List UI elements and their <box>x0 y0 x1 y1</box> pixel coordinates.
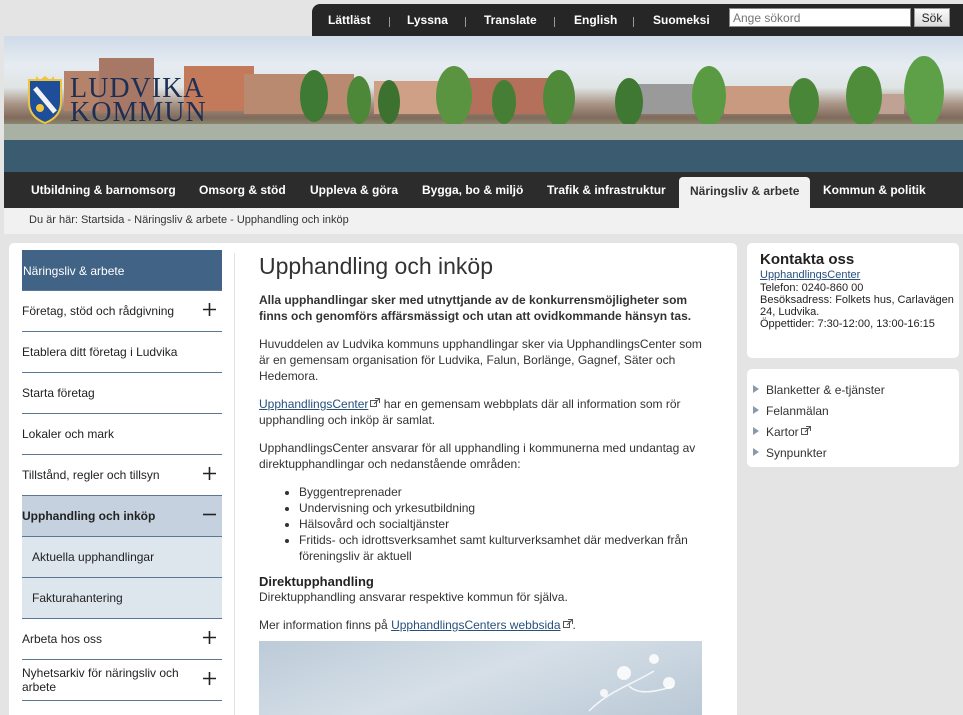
finnish-link[interactable]: Suomeksi <box>653 13 710 27</box>
arrow-right-icon <box>753 406 759 414</box>
article-paragraph: UpphandlingsCenter har en gemensam webbp… <box>259 396 709 428</box>
plus-icon[interactable] <box>203 467 216 480</box>
top-utility-bar: Lättläst Lyssna Translate English Suomek… <box>0 0 963 36</box>
content-panel: Näringsliv & arbete Företag, stöd och rå… <box>9 243 737 715</box>
arrow-right-icon <box>753 385 759 393</box>
coat-of-arms-icon <box>28 76 62 124</box>
ludvika-logo[interactable]: LUDVIKA KOMMUN <box>26 75 206 128</box>
header-banner: LUDVIKA KOMMUN <box>4 36 963 172</box>
sidenav-item-label: Lokaler och mark <box>22 427 115 441</box>
sidenav-item-upphandling[interactable]: Upphandling och inköp <box>22 496 222 537</box>
sidenav-item-label: Arbeta hos oss <box>22 632 103 646</box>
search-input[interactable] <box>729 8 911 27</box>
article-text: Mer information finns på <box>259 618 392 632</box>
english-link[interactable]: English <box>574 13 617 27</box>
sidenav-item-label: Starta företag <box>22 386 95 400</box>
plus-icon[interactable] <box>203 303 216 316</box>
article-paragraph: Huvuddelen av Ludvika kommuns upphandlin… <box>259 337 702 383</box>
sidenav-item-etablera[interactable]: Etablera ditt företag i Ludvika <box>22 332 222 373</box>
article: Upphandling och inköp Alla upphandlingar… <box>259 253 709 645</box>
section-heading: Direktupphandling <box>259 574 374 589</box>
external-link-icon <box>562 619 573 628</box>
article-text: . <box>572 618 576 632</box>
search-button[interactable]: Sök <box>914 8 950 27</box>
sidenav-item-label: Nyhetsarkiv för näringsliv och arbete <box>22 666 179 694</box>
contact-title: Kontakta oss <box>760 251 855 268</box>
separator <box>633 17 634 27</box>
sidenav-item-label: Fakturahantering <box>32 591 123 605</box>
contact-upphandlingscenter-link[interactable]: UpphandlingsCenter <box>760 269 860 281</box>
sidenav-item-label: Aktuella upphandlingar <box>32 550 155 564</box>
contact-box: Kontakta oss UpphandlingsCenter Telefon:… <box>747 243 959 358</box>
separator <box>554 17 555 27</box>
list-item: Hälsovård och socialtjänster <box>299 516 709 532</box>
sidenav-item-nyhetsarkiv[interactable]: Nyhetsarkiv för näringsliv och arbete <box>22 660 222 701</box>
contact-phone: Telefon: 0240-860 00 <box>760 282 864 294</box>
quicklink-felanmalan[interactable]: Felanmälan <box>753 404 829 418</box>
contact-details: Telefon: 0240-860 00 Besöksadress: Folke… <box>760 282 958 330</box>
plus-icon[interactable] <box>203 631 216 644</box>
nav-item-naringsliv[interactable]: Näringsliv & arbete <box>679 177 811 208</box>
logo-text-kommun: KOMMUN <box>70 97 207 128</box>
quicklink-label: Kartor <box>766 425 799 439</box>
minus-icon[interactable] <box>203 508 216 521</box>
sidenav-item-arbeta[interactable]: Arbeta hos oss <box>22 619 222 660</box>
nav-item-bygga[interactable]: Bygga, bo & miljö <box>422 172 523 208</box>
sidenav-item-tillstand[interactable]: Tillstånd, regler och tillsyn <box>22 455 222 496</box>
nav-item-kommun[interactable]: Kommun & politik <box>823 172 926 208</box>
quicklink-label: Blanketter & e-tjänster <box>766 383 885 397</box>
external-link-icon <box>800 426 811 435</box>
listen-link[interactable]: Lyssna <box>407 13 448 27</box>
list-item: Undervisning och yrkesutbildning <box>299 500 709 516</box>
divider <box>234 253 235 715</box>
breadcrumb-text[interactable]: Du är här: Startsida - Näringsliv & arbe… <box>29 214 349 226</box>
main-navigation: Utbildning & barnomsorg Omsorg & stöd Up… <box>4 172 963 208</box>
sidenav-item-lokaler[interactable]: Lokaler och mark <box>22 414 222 455</box>
side-navigation: Näringsliv & arbete Företag, stöd och rå… <box>22 250 222 701</box>
nav-item-uppleva[interactable]: Uppleva & göra <box>310 172 398 208</box>
arrow-right-icon <box>753 427 759 435</box>
upphandlingscenter-website-link[interactable]: UpphandlingsCenters webbsida <box>391 618 560 632</box>
page-title: Upphandling och inköp <box>259 253 494 279</box>
arrow-right-icon <box>753 448 759 456</box>
translate-link[interactable]: Translate <box>484 13 537 27</box>
quicklink-blanketter[interactable]: Blanketter & e-tjänster <box>753 383 885 397</box>
sidenav-item-label: Företag, stöd och rådgivning <box>22 304 175 318</box>
sidenav-item-label: Näringsliv & arbete <box>23 264 125 278</box>
breadcrumb: Du är här: Startsida - Näringsliv & arbe… <box>4 208 963 234</box>
sidenav-item-label: Etablera ditt företag i Ludvika <box>22 345 178 359</box>
contact-address: Besöksadress: Folkets hus, Carlavägen 24… <box>760 294 954 318</box>
list-item: Byggentreprenader <box>299 484 709 500</box>
flower-decoration <box>588 654 675 712</box>
contact-hours: Öppettider: 7:30-12:00, 13:00-16:15 <box>760 318 935 330</box>
sidenav-item-aktuella[interactable]: Aktuella upphandlingar <box>22 537 222 578</box>
quicklink-synpunkter[interactable]: Synpunkter <box>753 446 827 460</box>
article-paragraph: Direktupphandling ansvarar respektive ko… <box>259 590 568 604</box>
sidenav-item-foretag-stod[interactable]: Företag, stöd och rådgivning <box>22 291 222 332</box>
separator <box>389 17 390 27</box>
article-paragraph: UpphandlingsCenter ansvarar för all upph… <box>259 441 696 471</box>
sidenav-item-fakturahantering[interactable]: Fakturahantering <box>22 578 222 619</box>
quicklink-kartor[interactable]: Kartor <box>753 425 811 439</box>
nav-item-omsorg[interactable]: Omsorg & stöd <box>199 172 286 208</box>
upphandlingscenter-link[interactable]: UpphandlingsCenter <box>259 397 368 411</box>
quicklink-label: Felanmälan <box>766 404 829 418</box>
article-image <box>259 641 702 715</box>
external-link-icon <box>370 398 381 407</box>
sidenav-item-naringsliv[interactable]: Näringsliv & arbete <box>22 250 222 291</box>
sidenav-item-label: Tillstånd, regler och tillsyn <box>22 468 160 482</box>
easy-read-link[interactable]: Lättläst <box>328 13 371 27</box>
list-item: Fritids- och idrottsverksamhet samt kult… <box>299 532 709 564</box>
quick-links-box: Blanketter & e-tjänster Felanmälan Karto… <box>747 369 959 467</box>
sidenav-item-label: Upphandling och inköp <box>22 509 156 523</box>
exception-list: Byggentreprenader Undervisning och yrkes… <box>299 484 709 564</box>
sidenav-item-starta[interactable]: Starta företag <box>22 373 222 414</box>
article-lead: Alla upphandlingar sker med utnyttjande … <box>259 293 692 323</box>
separator <box>465 17 466 27</box>
nav-item-utbildning[interactable]: Utbildning & barnomsorg <box>31 172 176 208</box>
quicklink-label: Synpunkter <box>766 446 827 460</box>
plus-icon[interactable] <box>203 672 216 685</box>
article-paragraph: Mer information finns på UpphandlingsCen… <box>259 617 709 633</box>
nav-item-trafik[interactable]: Trafik & infrastruktur <box>547 172 666 208</box>
